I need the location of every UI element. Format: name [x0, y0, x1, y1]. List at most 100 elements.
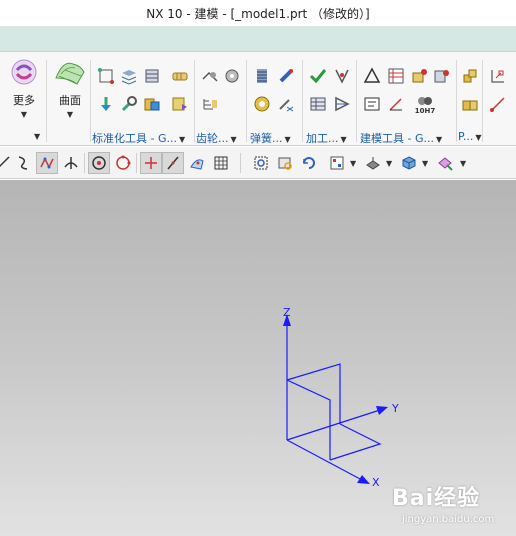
- xz-plane-outline: [286, 379, 331, 460]
- rotate-view-button[interactable]: [298, 152, 320, 174]
- x-axis-line: [286, 439, 363, 481]
- group-gear[interactable]: 齿轮... ▼: [196, 130, 237, 146]
- quadrant-snap-button[interactable]: [112, 152, 134, 174]
- intersection-icon: [64, 157, 78, 169]
- point-on-curve-snap-button[interactable]: [162, 152, 184, 174]
- check-icon[interactable]: [308, 66, 328, 86]
- gear-line-icon[interactable]: [200, 66, 220, 86]
- fixture-icon[interactable]: [332, 94, 352, 114]
- rotate-icon: [303, 157, 315, 169]
- gear-icon[interactable]: [222, 66, 242, 86]
- x-axis-label: X: [372, 476, 380, 489]
- orient-view-icon: [330, 156, 344, 170]
- edit-section-button[interactable]: [434, 152, 456, 174]
- grid-snap-button[interactable]: [210, 152, 232, 174]
- selection-toolbar: ▼ ▼ ▼ ▼: [0, 147, 516, 179]
- chevron-down-icon: ▼: [66, 110, 74, 119]
- crosshair-icon: [145, 157, 157, 169]
- line-icon: [0, 156, 10, 168]
- z-axis-label: Z: [283, 306, 291, 319]
- line-measure-icon[interactable]: [488, 94, 508, 114]
- x-arrowhead: [357, 475, 370, 484]
- title-bar: NX 10 - 建模 - [_model1.prt （修改的）]: [0, 0, 516, 26]
- surface-label: 曲面: [59, 94, 81, 107]
- fit-view-button[interactable]: [250, 152, 272, 174]
- circle-quadrant-icon: [116, 155, 131, 170]
- assembly-icon[interactable]: [460, 66, 480, 86]
- axis-lines: [286, 320, 382, 481]
- measure-icon[interactable]: [386, 94, 406, 114]
- render-style-dropdown[interactable]: ▼: [386, 159, 392, 168]
- center-point-snap-button[interactable]: [88, 152, 110, 174]
- more-group-dropdown[interactable]: ▼: [34, 132, 40, 141]
- part-library-icon[interactable]: [142, 94, 162, 114]
- baidu-watermark: Bai经验 jingyan.baidu.com: [392, 480, 512, 530]
- group-p[interactable]: P... ▼: [458, 130, 482, 143]
- spline-icon: [40, 157, 54, 169]
- triangle-sketch-icon[interactable]: [362, 66, 382, 86]
- surface-icon: [55, 62, 85, 85]
- intersection-snap-button[interactable]: [60, 152, 82, 174]
- grid-icon: [214, 156, 228, 170]
- dimension-icon[interactable]: [488, 66, 508, 86]
- cylinder-block-icon[interactable]: [142, 66, 162, 86]
- curve-icon: [18, 156, 28, 170]
- render-style-button[interactable]: [362, 152, 384, 174]
- text-note-icon[interactable]: [362, 94, 382, 114]
- ribbon: 更多 ▼ ▼ 曲面 ▼ 标准化工具 - G... ▼ 齿轮... ▼ 弹簧...…: [0, 52, 516, 146]
- edit-section-dropdown[interactable]: ▼: [460, 159, 466, 168]
- section-icon: [438, 157, 453, 171]
- group-modeling-tools[interactable]: 建模工具 - G... ▼: [360, 130, 442, 146]
- graphics-viewport[interactable]: Z Y X Bai经验 jingyan.baidu.com: [0, 180, 516, 536]
- target-icon: [92, 156, 106, 170]
- surface-button[interactable]: 曲面 ▼: [50, 56, 90, 128]
- hole-icon: [418, 97, 432, 105]
- bolt-down-icon[interactable]: [96, 94, 116, 114]
- hole-callout-button[interactable]: 10H7: [412, 92, 438, 118]
- spline-snap-button[interactable]: [36, 152, 58, 174]
- reuse-library-icon[interactable]: [170, 94, 190, 114]
- zoom-window-icon: [278, 157, 292, 170]
- slash-icon: [167, 156, 179, 170]
- more-button[interactable]: 更多 ▼: [4, 56, 44, 128]
- table-report-icon[interactable]: [308, 94, 328, 114]
- y-axis-line: [286, 409, 381, 441]
- yz-plane-outline: [286, 363, 341, 424]
- cube-icon: [402, 156, 416, 170]
- wrench-icon[interactable]: [119, 94, 139, 114]
- orient-view-dropdown[interactable]: ▼: [350, 159, 356, 168]
- spreadsheet-icon[interactable]: [386, 66, 406, 86]
- spring-icon[interactable]: [252, 66, 272, 86]
- xy-plane-outline: [329, 423, 382, 461]
- face-icon: [190, 159, 204, 170]
- ribbon-tab-bar: [0, 26, 516, 52]
- group-machining[interactable]: 加工... ▼: [306, 130, 347, 146]
- layer-stack-icon[interactable]: [119, 66, 139, 86]
- attribute-icon[interactable]: [432, 66, 452, 86]
- spring-analysis-icon[interactable]: [276, 94, 296, 114]
- fastener-icon[interactable]: [170, 66, 190, 86]
- group-standard-tools[interactable]: 标准化工具 - G... ▼: [92, 130, 185, 146]
- gear-rack-icon[interactable]: [200, 94, 220, 114]
- orient-view-button[interactable]: [326, 152, 348, 174]
- group-spring[interactable]: 弹簧... ▼: [250, 130, 291, 146]
- washer-icon[interactable]: [252, 94, 272, 114]
- y-arrowhead: [376, 406, 388, 415]
- y-axis-label: Y: [391, 402, 399, 415]
- window-title: NX 10 - 建模 - [_model1.prt （修改的）]: [146, 6, 370, 21]
- point-snap-button[interactable]: [140, 152, 162, 174]
- watermark-url: jingyan.baidu.com: [402, 514, 495, 525]
- zoom-window-button[interactable]: [274, 152, 296, 174]
- more-icon: [11, 59, 37, 85]
- display-mode-button[interactable]: [398, 152, 420, 174]
- hole-callout-label: 10H7: [414, 107, 436, 115]
- grid-node-icon[interactable]: [96, 66, 116, 86]
- machining-icon[interactable]: [332, 66, 352, 86]
- face-snap-button[interactable]: [186, 152, 208, 174]
- watermark-brand: Bai经验: [392, 486, 481, 511]
- curve-snap-button[interactable]: [12, 152, 34, 174]
- expression-icon[interactable]: [410, 66, 430, 86]
- component-icon[interactable]: [460, 94, 480, 114]
- display-mode-dropdown[interactable]: ▼: [422, 159, 428, 168]
- spring-remove-icon[interactable]: [276, 66, 296, 86]
